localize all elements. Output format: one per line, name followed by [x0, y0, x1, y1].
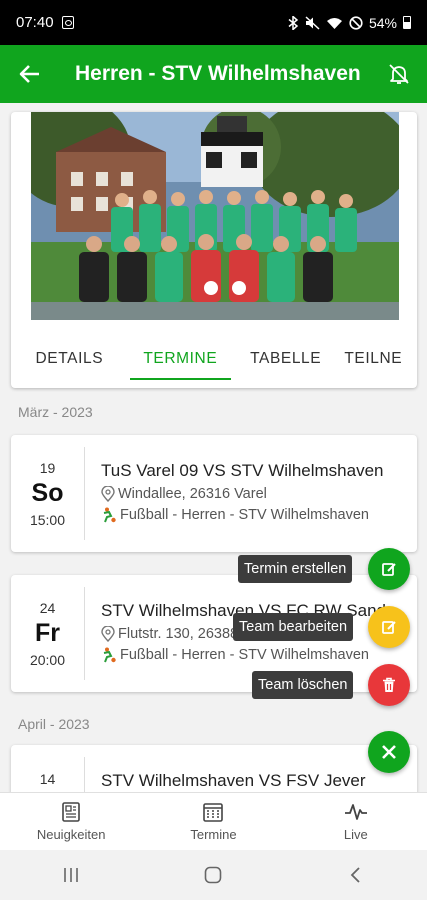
bottom-navigation: Neuigkeiten Termine Live	[0, 792, 427, 850]
soccer-player-icon	[103, 507, 116, 523]
event-date: 19 So 15:00	[11, 435, 84, 552]
edit-team-label[interactable]: Team bearbeiten	[233, 613, 354, 641]
event-weekday: So	[31, 478, 64, 507]
event-location: Windallee, 26316 Varel	[118, 486, 267, 502]
tab-tabelle[interactable]: TABELLE	[235, 330, 336, 388]
arrow-back-icon	[19, 65, 39, 83]
divider	[84, 587, 85, 680]
nav-item-live[interactable]: Live	[285, 793, 427, 850]
nav-label-live: Live	[343, 827, 368, 842]
event-title: TuS Varel 09 VS STV Wilhelmshaven	[101, 461, 384, 480]
event-date: 24 Fr 20:00	[11, 575, 84, 692]
back-button[interactable]	[0, 45, 60, 103]
nav-item-events[interactable]: Termine	[142, 793, 284, 850]
recent-apps-icon[interactable]	[61, 866, 81, 884]
event-title: STV Wilhelmshaven VS FSV Jever	[101, 771, 366, 790]
event-time: 15:00	[29, 511, 66, 528]
trash-icon	[383, 677, 395, 692]
event-day-number: 24	[39, 599, 56, 616]
status-bar: 07:40 54%	[0, 0, 427, 45]
divider	[84, 757, 85, 793]
nav-label-news: Neuigkeiten	[36, 827, 106, 842]
notifications-toggle-button[interactable]	[371, 45, 427, 103]
team-tabs: DETAILS TERMINE TABELLE TEILNE	[11, 330, 417, 388]
month-header: März - 2023	[18, 404, 93, 420]
location-pin-icon	[101, 626, 115, 642]
event-day-number: 19	[39, 459, 56, 476]
mute-icon	[305, 15, 320, 30]
create-event-label[interactable]: Termin erstellen	[238, 555, 353, 583]
battery-icon	[403, 16, 411, 29]
do-not-disturb-icon	[349, 15, 363, 30]
team-photo	[31, 112, 399, 320]
calendar-icon	[203, 803, 224, 822]
nav-label-events: Termine	[190, 827, 237, 842]
pulse-icon	[344, 804, 367, 820]
event-card[interactable]: 24 Fr 20:00 STV Wilhelmshaven VS FC RW S…	[11, 575, 417, 692]
close-icon	[382, 745, 396, 759]
soccer-player-icon	[103, 647, 116, 663]
bell-off-icon	[389, 64, 409, 84]
app-notification-icon	[61, 16, 74, 29]
page-title: Herren - STV Wilhelmshaven	[75, 62, 361, 85]
event-weekday: Fr	[35, 618, 60, 647]
event-category: Fußball - Herren - STV Wilhelmshaven	[120, 507, 369, 523]
back-nav-icon[interactable]	[346, 865, 366, 885]
event-category: Fußball - Herren - STV Wilhelmshaven	[120, 647, 369, 663]
event-time: 20:00	[29, 651, 66, 668]
nav-item-news[interactable]: Neuigkeiten	[0, 793, 142, 850]
delete-team-label[interactable]: Team löschen	[252, 671, 354, 699]
create-event-button[interactable]	[368, 548, 410, 590]
tab-details[interactable]: DETAILS	[11, 330, 128, 388]
event-day-number: 14	[39, 771, 56, 787]
bluetooth-icon	[288, 15, 299, 30]
system-navigation-bar	[0, 850, 427, 900]
news-icon	[62, 802, 80, 822]
status-icons: 54%	[288, 15, 411, 31]
tab-termine[interactable]: TERMINE	[129, 330, 232, 388]
team-header-card: DETAILS TERMINE TABELLE TEILNE	[11, 112, 417, 388]
event-card[interactable]: 19 So 15:00 TuS Varel 09 VS STV Wilhelms…	[11, 435, 417, 552]
event-location-row: Windallee, 26316 Varel	[101, 486, 409, 502]
status-time: 07:40	[16, 14, 54, 31]
event-category-row: Fußball - Herren - STV Wilhelmshaven	[101, 507, 409, 523]
edit-note-icon	[382, 563, 396, 576]
wifi-icon	[326, 17, 342, 29]
app-bar: Herren - STV Wilhelmshaven	[0, 45, 427, 103]
divider	[84, 447, 85, 540]
month-header: April - 2023	[18, 716, 90, 732]
edit-note-icon	[382, 621, 396, 634]
location-pin-icon	[101, 486, 115, 502]
edit-team-button[interactable]	[368, 606, 410, 648]
battery-percent: 54%	[368, 14, 397, 31]
event-info: STV Wilhelmshaven VS FSV Jever	[101, 771, 409, 791]
event-info: TuS Varel 09 VS STV Wilhelmshaven Windal…	[101, 461, 409, 523]
tab-teilnehmer[interactable]: TEILNE	[340, 330, 417, 388]
home-icon[interactable]	[203, 865, 223, 885]
delete-team-button[interactable]	[368, 664, 410, 706]
event-category-row: Fußball - Herren - STV Wilhelmshaven	[101, 647, 409, 663]
close-menu-button[interactable]	[368, 731, 410, 773]
